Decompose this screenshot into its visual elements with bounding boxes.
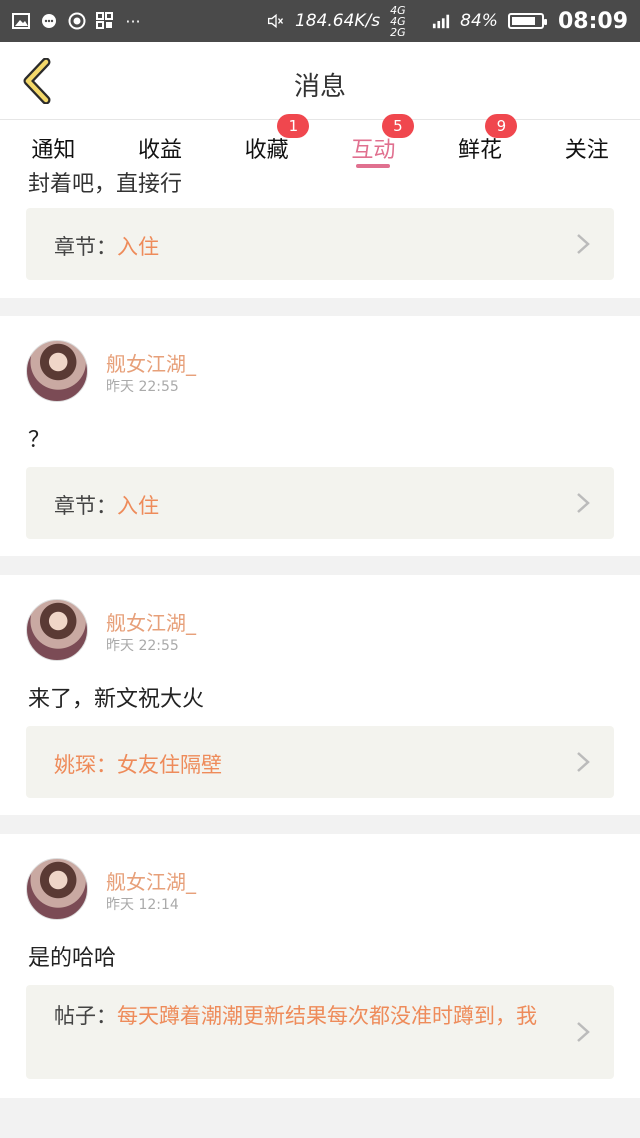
status-bar: ··· 184.64K/s 4G 4G 2G 84% 08:09 — [0, 0, 640, 42]
message-card: 封着吧，直接行 章节：入住 — [0, 172, 640, 298]
reference-link[interactable]: 姚琛：女友住隔壁 — [26, 726, 614, 798]
message-text: ？ — [28, 428, 51, 453]
avatar[interactable] — [26, 340, 88, 402]
reference-text: 章节：入住 — [54, 489, 564, 523]
network-type: 4G 4G 2G — [390, 3, 406, 39]
battery-level — [511, 17, 536, 25]
avatar[interactable] — [26, 599, 88, 661]
message-card: 舰女江湖_ 昨天 12:14 是的哈哈 帖子：每天蹲着潮潮更新结果每次都没准时蹲… — [0, 834, 640, 1098]
unread-badge: 9 — [485, 114, 518, 138]
record-icon — [68, 12, 86, 30]
avatar[interactable] — [26, 858, 88, 920]
timestamp: 昨天 22:55 — [106, 638, 179, 654]
message-card: 舰女江湖_ 昨天 22:55 来了，新文祝大火 姚琛：女友住隔壁 — [0, 575, 640, 815]
timestamp: 昨天 22:55 — [106, 379, 179, 395]
tab-following[interactable]: 关注 — [533, 120, 640, 172]
tab-favorites[interactable]: 收藏 1 — [213, 114, 320, 172]
unread-badge: 1 — [277, 114, 310, 138]
reference-text: 章节：入住 — [54, 230, 564, 264]
active-tab-indicator — [356, 164, 391, 168]
tab-label: 通知 — [31, 138, 76, 163]
message-card: 舰女江湖_ 昨天 22:55 ？ 章节：入住 — [0, 316, 640, 556]
chevron-right-icon — [577, 234, 590, 254]
tab-earnings[interactable]: 收益 — [107, 120, 214, 172]
apps-icon — [96, 12, 114, 29]
battery-percent: 84% — [460, 11, 498, 31]
more-notifications-icon: ··· — [125, 11, 141, 31]
message-text: 封着吧，直接行 — [28, 172, 183, 197]
network-speed: 184.64K/s — [294, 11, 381, 31]
reference-value: 姚琛：女友住隔壁 — [54, 753, 222, 777]
tab-interactions[interactable]: 互动 5 — [320, 114, 427, 172]
reference-text: 帖子：每天蹲着潮潮更新结果每次都没准时蹲到，我 — [54, 999, 564, 1033]
page-title: 消息 — [293, 72, 346, 102]
tab-notifications[interactable]: 通知 — [0, 120, 107, 172]
reference-label: 帖子： — [54, 1004, 117, 1028]
reference-text: 姚琛：女友住隔壁 — [54, 748, 564, 782]
reference-link[interactable]: 章节：入住 — [26, 208, 614, 280]
tab-label: 收益 — [138, 138, 183, 163]
chevron-right-icon — [577, 752, 590, 772]
app-header: 消息 — [0, 42, 640, 120]
message-text: 来了，新文祝大火 — [28, 687, 205, 712]
chat-icon — [40, 13, 58, 29]
reference-value: 每天蹲着潮潮更新结果每次都没准时蹲到，我 — [117, 1004, 537, 1028]
reference-label: 章节： — [54, 235, 117, 259]
clock: 08:09 — [557, 8, 628, 34]
mute-icon — [267, 13, 285, 29]
signal-icon — [432, 13, 450, 29]
reference-label: 章节： — [54, 494, 117, 518]
tab-bar: 通知 收益 收藏 1 互动 5 鲜花 9 关注 — [0, 114, 640, 172]
username[interactable]: 舰女江湖_ — [106, 348, 196, 377]
timestamp: 昨天 12:14 — [106, 897, 179, 913]
tab-flowers[interactable]: 鲜花 9 — [427, 114, 534, 172]
gallery-icon — [12, 13, 30, 29]
username[interactable]: 舰女江湖_ — [106, 866, 196, 895]
tab-label: 收藏 — [244, 138, 289, 163]
chevron-right-icon — [577, 1022, 590, 1042]
chevron-right-icon — [577, 493, 590, 513]
reference-value: 入住 — [117, 494, 159, 518]
username[interactable]: 舰女江湖_ — [106, 607, 196, 636]
reference-link[interactable]: 帖子：每天蹲着潮潮更新结果每次都没准时蹲到，我 — [26, 985, 614, 1079]
reference-value: 入住 — [117, 235, 159, 259]
battery-icon — [507, 13, 547, 29]
message-feed[interactable]: 封着吧，直接行 章节：入住 舰女江湖_ 昨天 22:55 ？ 章节：入住 舰女江… — [0, 172, 640, 1138]
unread-badge: 5 — [381, 114, 414, 138]
message-text: 是的哈哈 — [28, 946, 117, 971]
reference-link[interactable]: 章节：入住 — [26, 467, 614, 539]
tab-label: 关注 — [564, 138, 609, 163]
